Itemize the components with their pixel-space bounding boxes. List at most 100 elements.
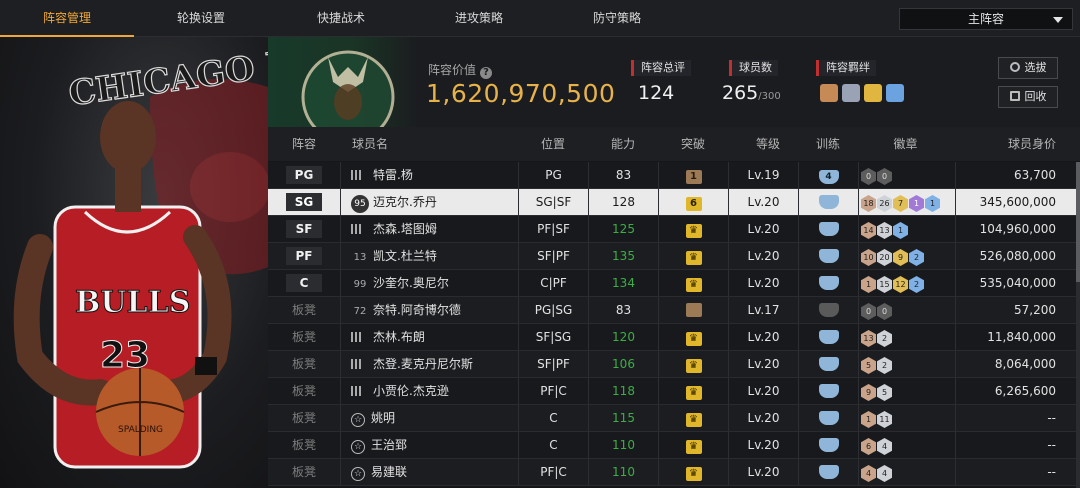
col-badges[interactable]: 徽章 — [858, 127, 953, 161]
breakthrough-icon — [685, 303, 702, 317]
recycle-button-label: 回收 — [1024, 90, 1047, 103]
table-row[interactable]: SF杰森.塔图姆PF|SF125Lv.2014131104,960,000 — [268, 216, 1076, 243]
table-row[interactable]: 板凳☆易建联PF|C110Lv.2044-- — [268, 459, 1076, 486]
training-icon — [818, 276, 839, 290]
bond-icon[interactable] — [886, 84, 904, 102]
player-name: 沙奎尔.奥尼尔 — [373, 276, 449, 290]
player-name-cell: 72 奈特.阿奇博尔德 — [340, 297, 518, 323]
help-icon[interactable]: ? — [480, 67, 493, 79]
training-icon — [818, 222, 839, 236]
table-row[interactable]: 板凳☆姚明C115Lv.20111-- — [268, 405, 1076, 432]
table-row[interactable]: 板凳杰登.麦克丹尼尔斯SF|PF106Lv.20528,064,000 — [268, 351, 1076, 378]
position-cell: SF|PF — [518, 351, 588, 377]
breakthrough-cell — [658, 378, 728, 404]
badges-cell: 44 — [858, 459, 955, 485]
price-cell: 8,064,000 — [955, 351, 1076, 377]
bond-icon[interactable] — [820, 84, 838, 102]
col-breakthrough[interactable]: 突破 — [658, 127, 728, 161]
slot-cell: C — [268, 270, 340, 296]
tab-offense[interactable]: 进攻策略 — [412, 0, 546, 37]
top-nav: 阵容管理 轮换设置 快捷战术 进攻策略 防守策略 主阵容 — [0, 0, 1080, 37]
recycle-button[interactable]: 回收 — [998, 86, 1058, 108]
ability-cell: 134 — [588, 270, 658, 296]
bond-icon[interactable] — [842, 84, 860, 102]
col-level[interactable]: 等级 — [728, 127, 808, 161]
bond-label: 阵容羁绊 — [816, 60, 876, 76]
slot-bench: 板凳 — [291, 384, 316, 398]
slot-cell: 板凳 — [268, 351, 340, 377]
badges-cell: 52 — [858, 351, 955, 377]
scrollbar-thumb[interactable] — [1076, 162, 1080, 282]
player-table: PG 特雷.杨 PG 83 1 Lv.19 4 0 0 63,700 SG 95 迈克尔.乔丹 SG|SF… — [268, 162, 1076, 486]
col-ability[interactable]: 能力 — [588, 127, 658, 161]
jersey-number-icon: 95 — [351, 195, 369, 213]
table-row[interactable]: 板凳小贾伦.杰克逊PF|C118Lv.20956,265,600 — [268, 378, 1076, 405]
lineup-dropdown[interactable]: 主阵容 — [899, 8, 1073, 30]
level-cell: Lv.20 — [728, 432, 798, 458]
slot-bench: 板凳 — [291, 438, 316, 452]
table-header: 阵容 球员名 位置 能力 突破 等级 训练 徽章 球员身价 — [268, 127, 1080, 161]
badge-icon: 0 — [877, 168, 892, 185]
tab-tactics[interactable]: 快捷战术 — [274, 0, 408, 37]
table-row[interactable]: PF13凯文.杜兰特SF|PF135Lv.20102092526,080,000 — [268, 243, 1076, 270]
table-row[interactable]: C99沙奎尔.奥尼尔C|PF134Lv.20115122535,040,000 — [268, 270, 1076, 297]
player-art: CHICAGO BULLS BULLS 23 SPALDING — [0, 37, 268, 488]
ability-cell: 118 — [588, 378, 658, 404]
table-row[interactable]: 板凳☆王治郅C110Lv.2064-- — [268, 432, 1076, 459]
badge-icon: 14 — [861, 222, 876, 239]
price-cell: -- — [955, 459, 1076, 485]
price-cell: -- — [955, 432, 1076, 458]
player-name: 姚明 — [371, 411, 396, 425]
bond-icons[interactable] — [820, 84, 904, 104]
players-max: /300 — [758, 91, 781, 102]
level-cell: Lv.20 — [728, 405, 798, 431]
badge-icon: 1 — [861, 411, 876, 428]
col-price[interactable]: 球员身价 — [958, 127, 1076, 161]
level-cell: Lv.20 — [728, 189, 798, 215]
col-slot[interactable]: 阵容 — [268, 127, 340, 161]
table-row[interactable]: 板凳 72 奈特.阿奇博尔德 PG|SG 83 Lv.17 0 0 57,200 — [268, 297, 1076, 324]
table-row[interactable]: PG 特雷.杨 PG 83 1 Lv.19 4 0 0 63,700 — [268, 162, 1076, 189]
ability-cell: 128 — [588, 189, 658, 215]
breakthrough-cell — [658, 459, 728, 485]
training-cell — [798, 351, 858, 377]
level-cell: Lv.19 — [728, 162, 798, 188]
player-name: 易建联 — [371, 465, 408, 479]
position-cell: PF|C — [518, 378, 588, 404]
training-cell: 4 — [798, 162, 858, 188]
breakthrough-icon — [685, 386, 702, 400]
col-name[interactable]: 球员名 — [352, 127, 412, 161]
star-icon: ☆ — [351, 440, 365, 454]
slot-cell: SG — [268, 189, 340, 215]
breakthrough-cell: 1 — [658, 162, 728, 188]
bond-icon[interactable] — [864, 84, 882, 102]
table-row[interactable]: 板凳杰林.布朗SF|SG120Lv.2013211,840,000 — [268, 324, 1076, 351]
price-cell: -- — [955, 405, 1076, 431]
col-training[interactable]: 训练 — [798, 127, 858, 161]
badges-cell: 1 15 12 2 — [858, 270, 955, 296]
badge-icon: 15 — [877, 276, 892, 293]
price-cell: 11,840,000 — [955, 324, 1076, 350]
badge-icon: 6 — [861, 438, 876, 455]
lineup-value-label-text: 阵容价值 — [428, 63, 477, 77]
select-button[interactable]: 选拔 — [998, 57, 1058, 79]
breakthrough-icon — [685, 467, 702, 481]
badge-icon: 2 — [877, 330, 892, 347]
badges-cell: 64 — [858, 432, 955, 458]
badge-icon: 2 — [909, 249, 924, 266]
tab-lineup[interactable]: 阵容管理 — [0, 0, 134, 37]
tab-defense[interactable]: 防守策略 — [550, 0, 684, 37]
level-cell: Lv.20 — [728, 378, 798, 404]
training-cell — [798, 270, 858, 296]
signal-bars-icon — [351, 332, 365, 342]
scrollbar[interactable] — [1076, 162, 1080, 488]
badge-icon: 13 — [861, 330, 876, 347]
table-row[interactable]: SG 95 迈克尔.乔丹 SG|SF 128 6 Lv.20 18 26 7 1 1 345,600,0… — [268, 189, 1076, 216]
badge-icon: 2 — [909, 276, 924, 293]
breakthrough-icon — [685, 413, 702, 427]
badge-icon: 2 — [877, 357, 892, 374]
col-position[interactable]: 位置 — [518, 127, 588, 161]
jersey-bulls-text: BULLS — [75, 285, 190, 320]
lineup-dropdown-value: 主阵容 — [967, 12, 1004, 26]
tab-rotation[interactable]: 轮换设置 — [134, 0, 268, 37]
